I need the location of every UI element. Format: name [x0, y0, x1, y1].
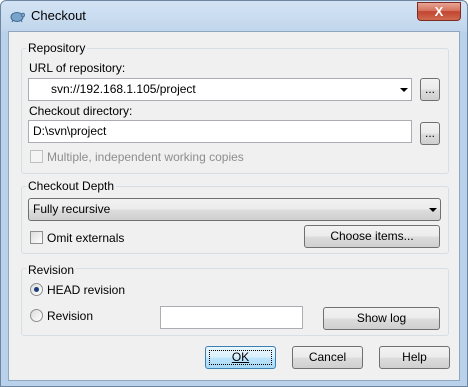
title-bar[interactable]: Checkout X [1, 1, 467, 31]
omit-externals-label: Omit externals [47, 231, 125, 245]
revision-group-label: Revision [26, 263, 77, 277]
url-combobox[interactable]: svn://192.168.1.105/project [28, 78, 412, 101]
url-label: URL of repository: [29, 61, 126, 75]
chevron-down-icon[interactable] [429, 208, 437, 212]
ok-button[interactable]: OK [205, 346, 276, 369]
radio-selected-dot [34, 287, 39, 292]
show-log-label: Show log [356, 311, 407, 325]
multiple-wc-checkbox[interactable] [30, 150, 43, 163]
choose-items-label: Choose items... [330, 229, 414, 243]
cancel-label: Cancel [308, 350, 347, 364]
omit-externals-checkbox[interactable] [30, 231, 43, 244]
dialog-client-area: Repository URL of repository: svn://192.… [8, 31, 460, 381]
show-log-button[interactable]: Show log [323, 307, 440, 330]
checkout-dir-input[interactable]: D:\svn\project [28, 120, 412, 143]
checkout-depth-group-label: Checkout Depth [26, 179, 117, 193]
browse-dir-label: ... [424, 126, 435, 140]
head-revision-radio[interactable] [30, 283, 43, 296]
depth-selected-value: Fully recursive [33, 202, 111, 216]
revision-input[interactable] [160, 306, 303, 329]
close-icon: X [434, 4, 444, 19]
revision-radio-label: Revision [47, 309, 94, 323]
checkout-dir-value: D:\svn\project [33, 124, 107, 138]
browse-url-label: ... [424, 82, 435, 96]
help-button[interactable]: Help [379, 346, 450, 369]
checkout-dialog: Checkout X Repository URL of repository:… [0, 0, 468, 387]
url-value: svn://192.168.1.105/project [51, 82, 196, 96]
close-button[interactable]: X [417, 2, 461, 21]
help-label: Help [402, 350, 427, 364]
cancel-button[interactable]: Cancel [292, 346, 363, 369]
multiple-wc-label: Multiple, independent working copies [47, 150, 244, 164]
chevron-down-icon[interactable] [400, 88, 408, 92]
revision-radio[interactable] [30, 309, 43, 322]
depth-dropdown[interactable]: Fully recursive [28, 198, 441, 221]
head-revision-label: HEAD revision [47, 283, 126, 297]
window-title: Checkout [31, 8, 86, 23]
browse-url-button[interactable]: ... [420, 78, 440, 101]
checkout-dir-label: Checkout directory: [29, 104, 133, 118]
browse-dir-button[interactable]: ... [420, 122, 440, 145]
choose-items-button[interactable]: Choose items... [304, 225, 440, 248]
repository-group-label: Repository [26, 41, 88, 55]
focus-rectangle [209, 350, 272, 365]
tortoise-svn-icon [10, 12, 25, 23]
